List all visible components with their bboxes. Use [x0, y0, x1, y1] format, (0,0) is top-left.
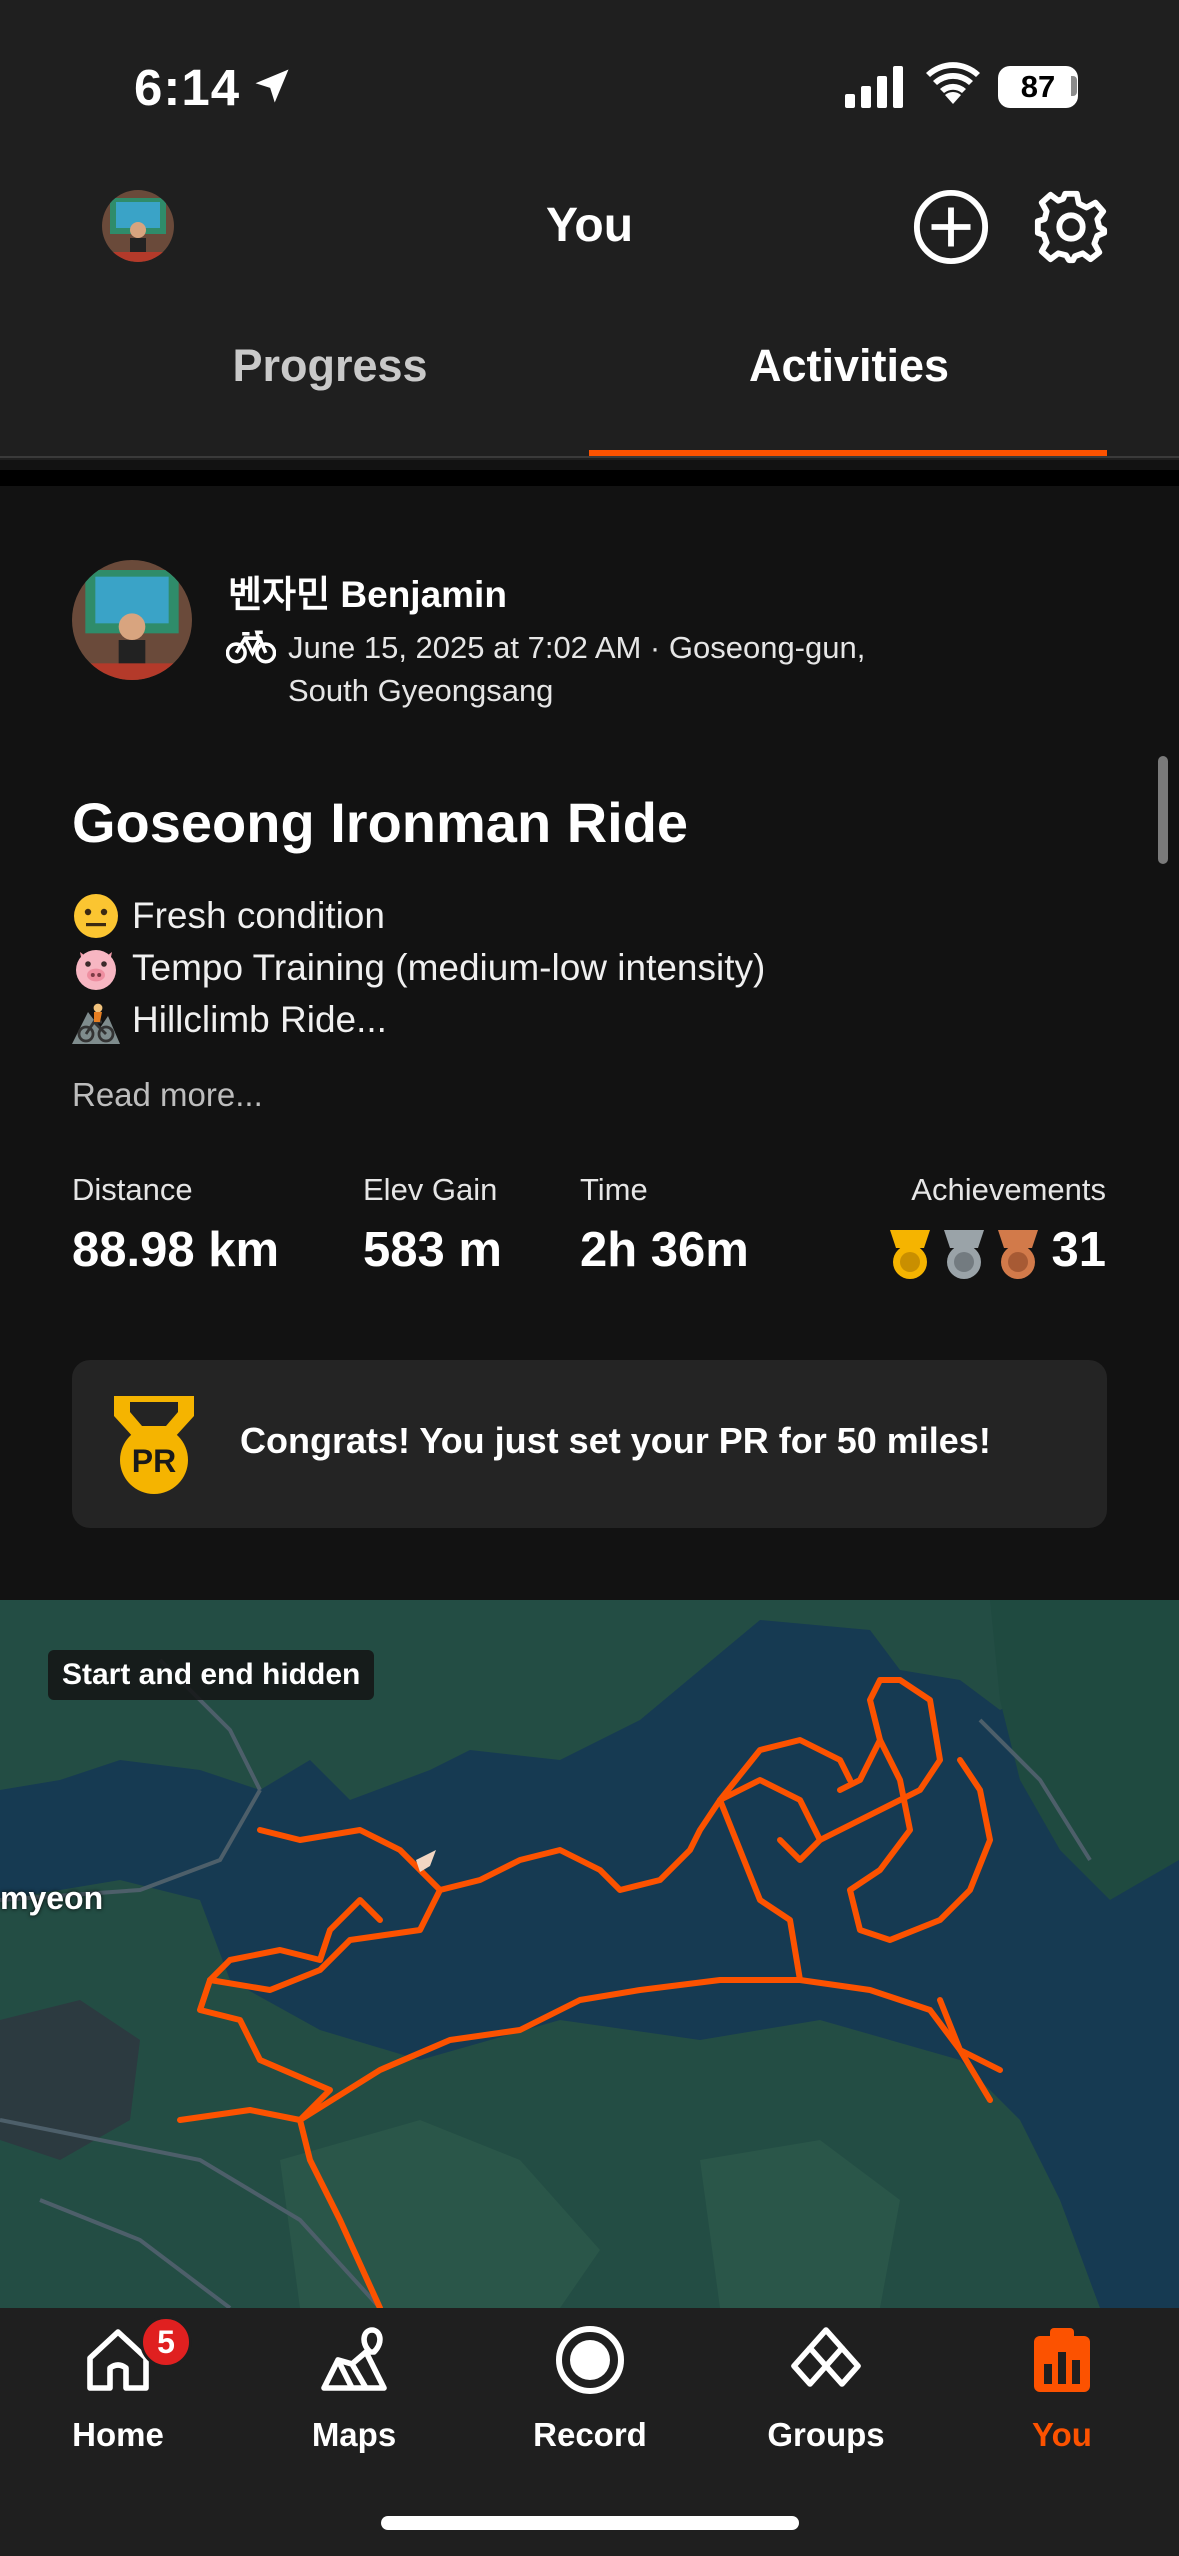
add-icon[interactable]: [912, 188, 990, 266]
athlete-name[interactable]: 벤자민 Benjamin: [228, 564, 507, 618]
achievements-count[interactable]: 31: [1051, 1222, 1106, 1278]
nav-you-label: You: [1032, 2416, 1092, 2453]
description-text: Hillclimb Ride...: [132, 999, 387, 1040]
privacy-badge: Start and end hidden: [48, 1650, 375, 1700]
maps-icon: [321, 2327, 387, 2391]
description-text: Fresh condition: [132, 895, 385, 936]
battery-indicator: 87: [998, 66, 1078, 108]
neutral-face-icon: [74, 894, 118, 938]
activity-date-location: June 15, 2025 at 7:02 AM · Goseong-gun, …: [288, 630, 866, 708]
status-time: 6:14: [134, 59, 241, 116]
separator: [0, 470, 1179, 486]
description-line: Hillclimb Ride...: [72, 996, 387, 1044]
elev-gain-value: 583 m: [363, 1223, 502, 1277]
screen: 6:14 87 You Progress Activities 벤자민 Benj…: [0, 0, 1179, 2556]
page-title: You: [545, 199, 634, 252]
battery-nub: [1071, 76, 1077, 96]
time-label: Time: [580, 1172, 648, 1207]
achievement-medals-icon[interactable]: [886, 1226, 1046, 1282]
nav-home-label: Home: [72, 2416, 164, 2453]
header: You Progress Activities: [0, 170, 1179, 460]
notification-badge: 5: [140, 2316, 192, 2368]
nav-maps[interactable]: Maps: [236, 2308, 472, 2508]
activity-map[interactable]: Start and end hidden myeon: [0, 1600, 1179, 2308]
pig-face-icon: [76, 950, 116, 990]
map-place-label: myeon: [0, 1880, 104, 1916]
distance-label: Distance: [72, 1172, 193, 1207]
tab-divider: [0, 456, 1179, 458]
description-line: Tempo Training (medium-low intensity): [72, 944, 765, 992]
location-arrow-icon: [255, 69, 289, 103]
wifi-icon: [926, 62, 980, 104]
mountain-bicyclist-icon: [72, 1003, 120, 1044]
athlete-avatar[interactable]: [72, 560, 192, 680]
description-line: Fresh condition: [72, 892, 385, 940]
scrollbar[interactable]: [1158, 756, 1168, 864]
home-indicator[interactable]: [381, 2516, 799, 2530]
cellular-signal-icon: [845, 66, 903, 108]
description-text: Tempo Training (medium-low intensity): [132, 947, 766, 988]
nav-home[interactable]: 5 Home: [0, 2308, 236, 2508]
nav-record[interactable]: Record: [472, 2308, 708, 2508]
map-graphic: [0, 1600, 1179, 2308]
pr-medal-icon: PR: [114, 1396, 194, 1494]
avatar-photo: [72, 560, 192, 680]
activity-title[interactable]: Goseong Ironman Ride: [72, 790, 688, 855]
nav-groups-label: Groups: [767, 2416, 885, 2453]
elev-gain-label: Elev Gain: [363, 1172, 498, 1207]
pr-message: Congrats! You just set your PR for 50 mi…: [240, 1420, 991, 1461]
achievements-label: Achievements: [911, 1172, 1106, 1207]
gear-icon[interactable]: [1032, 188, 1110, 266]
pr-banner[interactable]: PR Congrats! You just set your PR for 50…: [72, 1360, 1107, 1528]
distance-value: 88.98 km: [72, 1223, 280, 1277]
nav-groups[interactable]: Groups: [708, 2308, 944, 2508]
read-more-link[interactable]: Read more...: [72, 1076, 263, 1114]
record-icon: [556, 2326, 624, 2394]
bike-icon: [226, 630, 276, 664]
nav-maps-label: Maps: [311, 2416, 397, 2453]
time-value: 2h 36m: [580, 1223, 749, 1277]
tab-progress[interactable]: Progress: [70, 340, 590, 392]
tab-activities[interactable]: Activities: [589, 340, 1109, 392]
groups-icon: [791, 2327, 861, 2387]
pr-medal-text: PR: [132, 1443, 176, 1479]
nav-you[interactable]: You: [944, 2308, 1179, 2508]
you-icon: [1034, 2328, 1090, 2392]
status-bar: 6:14 87: [0, 0, 1179, 170]
nav-record-label: Record: [533, 2416, 647, 2453]
